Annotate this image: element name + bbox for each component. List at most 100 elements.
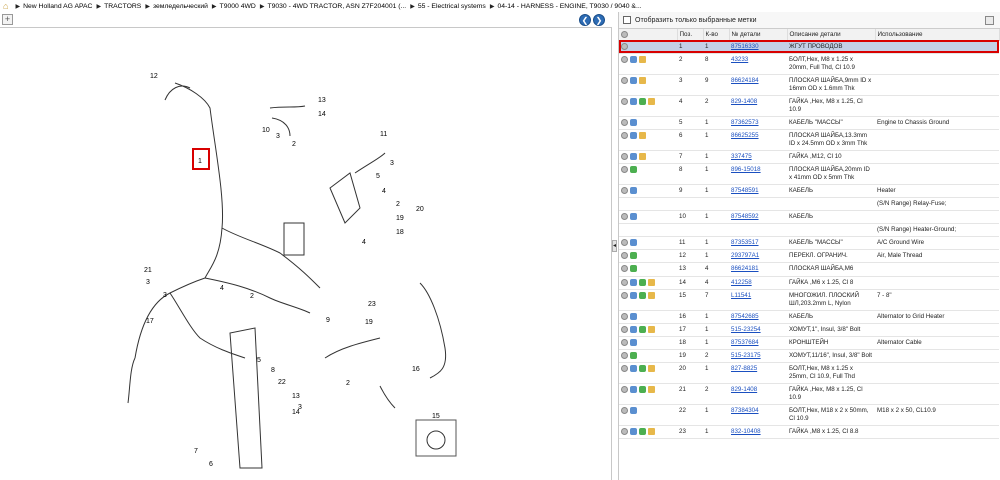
back-arrow-icon[interactable] (630, 325, 637, 333)
callout-label[interactable]: 1 (198, 158, 202, 165)
callout-label[interactable]: 3 (390, 160, 394, 167)
info-icon[interactable] (621, 428, 628, 436)
part-number-link[interactable]: 829-1408 (731, 98, 757, 105)
breadcrumb-item[interactable]: земледельческий (153, 3, 208, 10)
forward-arrow-icon[interactable] (639, 97, 646, 105)
table-row[interactable]: 17 1 515-23254 ХОМУТ,1", Insul, 3/8" Bolt (619, 323, 999, 338)
table-row[interactable]: 2 8 43233 БОЛТ,Hex, M8 x 1.25 x 20mm, Full … (619, 53, 999, 75)
table-row[interactable]: 5 1 87362573 КАБЕЛЬ "МАССЫ" Engine to Chassi… (619, 116, 999, 130)
parts-diagram[interactable]: 12113141032113542201918421334217239 19162… (0, 28, 610, 480)
info-icon[interactable] (621, 42, 628, 50)
back-arrow-icon[interactable] (630, 407, 637, 415)
info-icon[interactable] (621, 118, 628, 126)
package-icon[interactable] (648, 365, 655, 373)
back-arrow-icon[interactable] (630, 131, 637, 139)
callout-label[interactable]: 22 (278, 379, 286, 386)
part-number-link[interactable]: 896-15018 (731, 166, 761, 173)
part-number-link[interactable]: 86624181 (731, 265, 759, 272)
back-arrow-icon[interactable] (630, 186, 637, 194)
part-number-link[interactable]: 87548591 (731, 187, 759, 194)
callout-label[interactable]: 3 (163, 292, 167, 299)
table-row[interactable]: 14 4 412258 ГАЙКА ,M6 x 1.25, Cl 8 (619, 276, 999, 290)
table-row[interactable]: 15 7 L11541 МНОГОЖИЛ. ПЛОСКИЙ ШЛ,203.2mm L,… (619, 289, 999, 311)
callout-label[interactable]: 16 (412, 366, 420, 373)
table-row[interactable]: 11 1 87353517 КАБЕЛЬ "МАССЫ" A/C Ground Wire (619, 236, 999, 251)
callout-label[interactable]: 3 (276, 133, 280, 140)
package-icon[interactable] (648, 325, 655, 333)
forward-arrow-icon[interactable] (639, 386, 646, 394)
export-icon[interactable] (985, 15, 994, 25)
breadcrumb-item[interactable]: TRACTORS (104, 3, 141, 10)
callout-label[interactable]: 9 (326, 317, 330, 324)
part-number-link[interactable]: 87362573 (731, 119, 759, 126)
table-row[interactable]: 4 2 829-1408 ГАЙКА ,Hex, M8 x 1.25, Cl 10.9 (619, 95, 999, 117)
callout-label[interactable]: 4 (382, 188, 386, 195)
table-row[interactable]: 18 1 87537684 КРОНШТЕЙН Alternator Cable (619, 336, 999, 351)
callout-label[interactable]: 21 (144, 267, 152, 274)
part-number-link[interactable]: 87516330 (731, 43, 759, 50)
part-number-link[interactable]: 87384304 (731, 407, 759, 414)
col-part[interactable]: № детали (729, 29, 788, 41)
info-icon[interactable] (621, 352, 628, 360)
part-number-link[interactable]: 829-1408 (731, 386, 757, 393)
info-icon[interactable] (621, 312, 628, 320)
breadcrumb-item[interactable]: 55 - Electrical systems (418, 3, 486, 10)
part-number-link[interactable]: 515-23175 (731, 352, 761, 359)
package-icon[interactable] (648, 428, 655, 436)
callout-label[interactable]: 23 (368, 301, 376, 308)
callout-label[interactable]: 5 (376, 173, 380, 180)
callout-label[interactable]: 2 (396, 201, 400, 208)
back-arrow-icon[interactable] (630, 428, 637, 436)
part-number-link[interactable]: 515-23254 (731, 326, 761, 333)
package-icon[interactable] (648, 291, 655, 299)
package-icon[interactable] (648, 386, 655, 394)
part-number-link[interactable]: 412258 (731, 279, 752, 286)
part-number-link[interactable]: 86625255 (731, 132, 759, 139)
part-number-link[interactable]: 43233 (731, 56, 748, 63)
callout-label[interactable]: 3 (146, 279, 150, 286)
home-icon[interactable]: ⌂ (3, 1, 8, 11)
callout-label[interactable]: 15 (432, 413, 440, 420)
back-arrow-icon[interactable] (630, 312, 637, 320)
table-row[interactable]: 20 1 827-8825 БОЛТ,Hex, M8 x 1.25 x 25mm, C… (619, 362, 999, 385)
callout-label[interactable]: 2 (346, 380, 350, 387)
callout-label[interactable]: 13 (318, 97, 326, 104)
back-arrow-icon[interactable] (630, 118, 637, 126)
callout-label[interactable]: 6 (209, 461, 213, 468)
table-row[interactable]: 10 1 87548592 КАБЕЛЬ (619, 210, 999, 225)
table-row[interactable]: 19 2 515-23175 ХОМУТ,11/16", Insul, 3/8" Bo… (619, 349, 999, 364)
info-icon[interactable] (621, 76, 628, 84)
table-row[interactable]: 7 1 337475 ГАЙКА ,M12, Cl 10 (619, 150, 999, 164)
prev-page-button[interactable]: ❮ (579, 14, 591, 26)
info-icon[interactable] (621, 407, 628, 415)
table-row[interactable]: 6 1 86625255 ПЛОСКАЯ ШАЙБА,13.3mm ID x 24.5… (619, 129, 999, 151)
col-pos[interactable]: Поз. (677, 29, 704, 41)
part-number-link[interactable]: L11541 (731, 292, 751, 299)
part-number-link[interactable]: 87537684 (731, 339, 759, 346)
settings-icon[interactable] (621, 30, 628, 38)
callout-label[interactable]: 4 (362, 239, 366, 246)
info-icon[interactable] (621, 97, 628, 105)
part-number-link[interactable]: 293797A1 (731, 252, 759, 259)
callout-label[interactable]: 7 (194, 448, 198, 455)
table-row[interactable]: 1 1 87516330 ЖГУТ ПРОВОДОВ (619, 40, 999, 54)
table-row[interactable]: 21 2 829-1408 ГАЙКА ,Hex, M8 x 1.25, Cl 10.… (619, 383, 999, 406)
table-row[interactable]: 16 1 87542685 КАБЕЛЬ Alternator to Grid Heat… (619, 310, 999, 324)
back-arrow-icon[interactable] (630, 339, 637, 347)
back-arrow-icon[interactable] (630, 213, 637, 221)
package-icon[interactable] (639, 55, 646, 63)
info-icon[interactable] (621, 365, 628, 373)
callout-label[interactable]: 19 (396, 215, 404, 222)
breadcrumb-item[interactable]: New Holland AG APAC (23, 3, 92, 10)
table-row[interactable]: 12 1 293797A1 ПЕРЕКЛ. ОГРАНИЧ. Air, Male Thr… (619, 249, 999, 264)
back-arrow-icon[interactable] (630, 278, 637, 286)
table-row[interactable]: 9 1 87548591 КАБЕЛЬ Heater (619, 184, 999, 199)
breadcrumb-item[interactable]: T9000 4WD (220, 3, 256, 10)
table-row[interactable]: (S/N Range) Heater-Ground; (619, 223, 999, 238)
info-icon[interactable] (621, 339, 628, 347)
breadcrumb-item[interactable]: 04-14 - HARNESS - ENGINE, T9030 / 9040 &… (497, 3, 641, 10)
callout-label[interactable]: 2 (292, 141, 296, 148)
callout-label[interactable]: 14 (318, 111, 326, 118)
callout-label[interactable]: 4 (220, 285, 224, 292)
back-arrow-icon[interactable] (630, 55, 637, 63)
